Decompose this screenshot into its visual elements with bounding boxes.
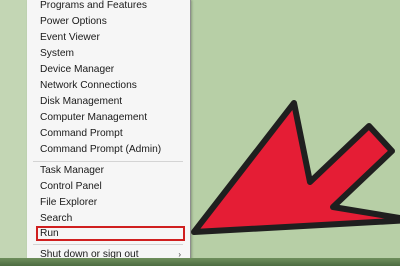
red-arrow-shape bbox=[191, 100, 400, 235]
red-arrow-icon bbox=[191, 100, 400, 235]
